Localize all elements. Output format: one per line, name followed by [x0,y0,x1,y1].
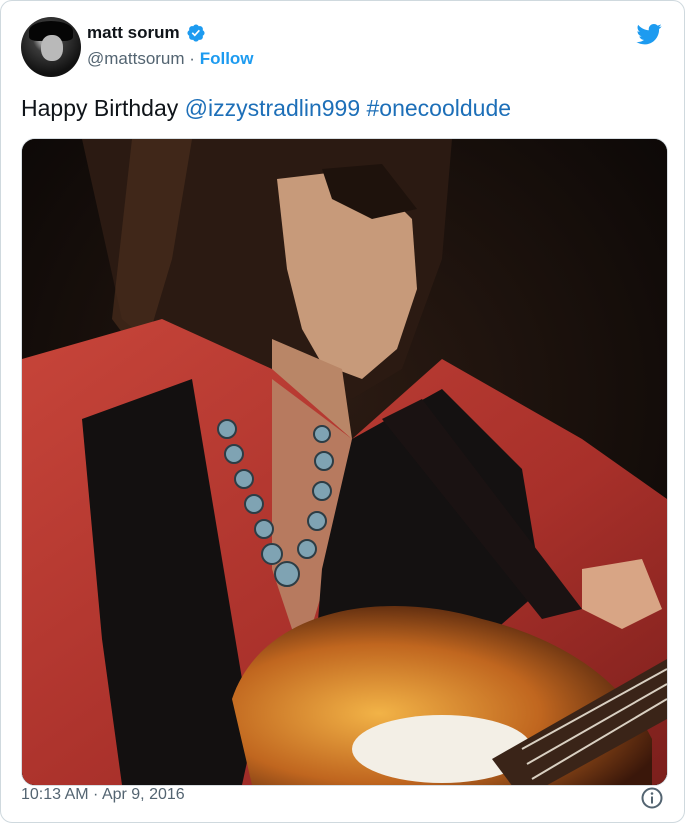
tweet-text-plain: Happy Birthday [21,95,185,121]
tweet-card: matt sorum @mattsorum · Follow Happy Bir… [0,0,685,823]
tweet-header: matt sorum @mattsorum · Follow [21,17,664,81]
hashtag-link[interactable]: #onecooldude [367,95,512,121]
timestamp[interactable]: 10:13 AM · Apr 9, 2016 [21,786,185,803]
avatar[interactable] [21,17,81,77]
handle[interactable]: @mattsorum [87,49,185,68]
photo-illustration [22,139,667,785]
name-row: matt sorum [87,23,254,43]
mention-link[interactable]: @izzystradlin999 [185,95,360,121]
follow-button[interactable]: Follow [200,49,254,68]
avatar-face [41,35,63,61]
display-name[interactable]: matt sorum [87,23,180,43]
verified-badge-icon [187,24,205,42]
info-icon[interactable] [640,786,664,810]
handle-row: @mattsorum · Follow [87,49,254,69]
separator: · [189,49,195,68]
author-info: matt sorum @mattsorum · Follow [87,23,254,69]
twitter-bird-icon[interactable] [634,21,664,47]
tweet-media-photo[interactable] [21,138,668,786]
tweet-text: Happy Birthday @izzystradlin999 #onecool… [21,95,511,122]
tweet-footer: 10:13 AM · Apr 9, 2016 [21,786,664,812]
